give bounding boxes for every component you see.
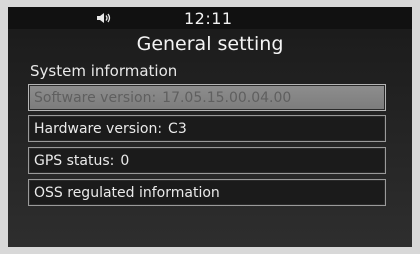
gps-status-item[interactable]: GPS status: 0 — [28, 147, 386, 174]
item-label: OSS regulated information — [34, 184, 220, 201]
clock: 12:11 — [184, 9, 233, 28]
hardware-version-item[interactable]: Hardware version: C3 — [28, 115, 386, 142]
speaker-volume-icon — [97, 13, 111, 23]
item-label: GPS status: — [34, 152, 115, 169]
page-title: General setting — [136, 33, 284, 55]
item-label: Software version: — [34, 89, 157, 106]
status-bar: 12:11 — [8, 7, 412, 29]
oss-regulated-information-item[interactable]: OSS regulated information — [28, 179, 386, 206]
item-label: Hardware version: — [34, 120, 163, 137]
display-screen: 12:11 General setting System information… — [8, 7, 412, 247]
item-value: C3 — [168, 120, 187, 137]
section-label: System information — [30, 62, 178, 80]
software-version-item: Software version: 17.05.15.00.04.00 — [28, 84, 386, 111]
item-value: 0 — [120, 152, 130, 169]
item-value: 17.05.15.00.04.00 — [162, 89, 292, 106]
